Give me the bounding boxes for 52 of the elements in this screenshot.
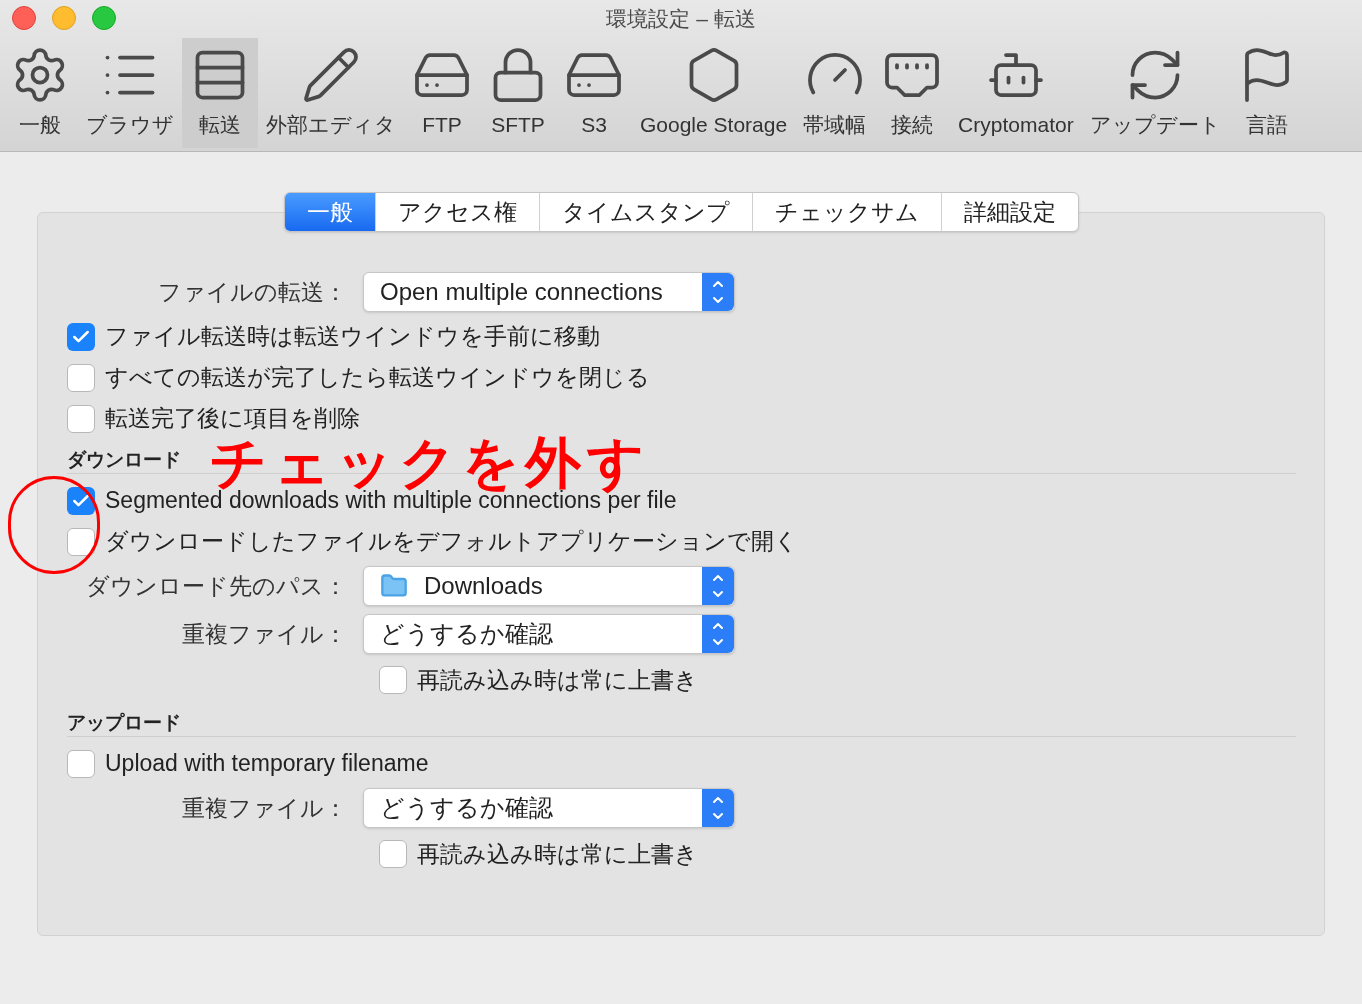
toolbar-item[interactable]: アップデート bbox=[1081, 38, 1229, 148]
checkbox-label: Upload with temporary filename bbox=[105, 749, 429, 779]
toolbar-item[interactable]: 言語 bbox=[1228, 38, 1305, 148]
field-label: 重複ファイル： bbox=[181, 619, 348, 649]
toolbar-item[interactable]: FTP bbox=[404, 38, 480, 148]
section-heading: ダウンロード bbox=[67, 449, 181, 471]
checkbox[interactable] bbox=[67, 486, 95, 515]
toolbar-item[interactable]: SFTP bbox=[480, 38, 556, 148]
minimize-button[interactable] bbox=[52, 6, 76, 30]
window-title: 環境設定 – 転送 bbox=[606, 6, 756, 33]
tab[interactable]: アクセス権 bbox=[374, 193, 539, 231]
tab[interactable]: チェックサム bbox=[751, 193, 941, 231]
toolbar-item[interactable]: Cryptomator bbox=[950, 38, 1082, 148]
popup-button[interactable]: Open multiple connections bbox=[363, 272, 735, 312]
field-label: ファイルの転送： bbox=[157, 277, 348, 307]
field-label: ダウンロード先のパス： bbox=[85, 571, 348, 601]
toolbar-item[interactable]: 外部エディタ bbox=[258, 38, 404, 148]
section-heading: アップロード bbox=[67, 712, 181, 734]
checkbox-label: ダウンロードしたファイルをデフォルトアプリケーションで開く bbox=[105, 527, 798, 557]
checkbox-label: 再読み込み時は常に上書き bbox=[417, 839, 698, 869]
checkbox-label: すべての転送が完了したら転送ウインドウを閉じる bbox=[105, 363, 650, 393]
checkbox[interactable] bbox=[67, 363, 95, 392]
stepper-icon bbox=[702, 567, 734, 605]
checkbox-label: 再読み込み時は常に上書き bbox=[417, 665, 698, 695]
toolbar-item[interactable]: S3 bbox=[556, 38, 632, 148]
field-label: 重複ファイル： bbox=[181, 793, 348, 823]
tab[interactable]: タイムスタンプ bbox=[538, 193, 752, 231]
stepper-icon bbox=[702, 615, 734, 653]
close-button[interactable] bbox=[12, 6, 36, 30]
checkbox[interactable] bbox=[379, 840, 407, 868]
checkbox[interactable] bbox=[67, 749, 95, 778]
popup-button[interactable]: どうするか確認 bbox=[363, 614, 735, 654]
toolbar-item[interactable]: 転送 bbox=[182, 38, 258, 148]
checkbox[interactable] bbox=[67, 527, 95, 556]
checkbox[interactable] bbox=[67, 322, 95, 351]
toolbar-item[interactable]: 接続 bbox=[874, 38, 951, 148]
zoom-button[interactable] bbox=[92, 6, 116, 30]
toolbar-item[interactable]: 一般 bbox=[2, 38, 78, 148]
toolbar-item[interactable]: ブラウザ bbox=[78, 38, 182, 148]
popup-button[interactable]: どうするか確認 bbox=[363, 788, 735, 828]
checkbox-label: 転送完了後に項目を削除 bbox=[105, 404, 360, 434]
tab[interactable]: 詳細設定 bbox=[940, 193, 1078, 231]
checkbox[interactable] bbox=[379, 666, 407, 694]
popup-button[interactable]: Downloads bbox=[363, 566, 735, 606]
tab[interactable]: 一般 bbox=[284, 193, 375, 231]
checkbox[interactable] bbox=[67, 404, 95, 433]
folder-icon bbox=[380, 572, 408, 600]
stepper-icon bbox=[702, 789, 734, 827]
checkbox-label: ファイル転送時は転送ウインドウを手前に移動 bbox=[105, 322, 600, 352]
toolbar-item[interactable]: 帯域幅 bbox=[795, 38, 875, 148]
toolbar-item[interactable]: Google Storage bbox=[632, 38, 796, 148]
stepper-icon bbox=[702, 273, 734, 311]
